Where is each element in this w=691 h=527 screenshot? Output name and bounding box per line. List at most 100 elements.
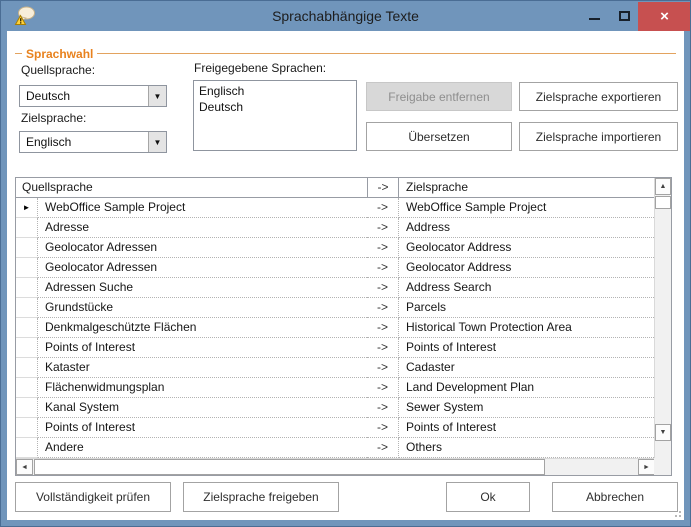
maximize-icon: [619, 11, 630, 21]
target-text-cell[interactable]: Others: [399, 438, 654, 458]
zielsprache-exportieren-button[interactable]: Zielsprache exportieren: [519, 82, 678, 111]
row-selector[interactable]: [16, 258, 38, 278]
table-row: Points of Interest->Points of Interest: [16, 418, 654, 438]
row-selector-current[interactable]: ►: [16, 198, 38, 218]
quellsprache-label: Quellsprache:: [21, 63, 95, 77]
target-text-cell[interactable]: Cadaster: [399, 358, 654, 378]
target-text-cell[interactable]: Points of Interest: [399, 418, 654, 438]
zielsprache-label: Zielsprache:: [21, 111, 86, 125]
chevron-down-icon: ▼: [154, 92, 162, 101]
target-text-cell[interactable]: Parcels: [399, 298, 654, 318]
column-header-arrow[interactable]: ->: [367, 178, 399, 197]
source-text-cell[interactable]: Grundstücke: [38, 298, 367, 318]
table-row: Geolocator Adressen->Geolocator Address: [16, 238, 654, 258]
arrow-cell: ->: [367, 258, 399, 278]
scroll-up-button[interactable]: ▲: [655, 178, 671, 195]
uebersetzen-button[interactable]: Übersetzen: [366, 122, 512, 151]
horizontal-scrollbar-thumb[interactable]: [34, 459, 545, 475]
row-selector[interactable]: [16, 318, 38, 338]
row-selector[interactable]: [16, 378, 38, 398]
target-text-cell[interactable]: Sewer System: [399, 398, 654, 418]
table-row: Adresse->Address: [16, 218, 654, 238]
horizontal-scrollbar[interactable]: ◄ ►: [16, 458, 656, 475]
zielsprache-freigeben-button[interactable]: Zielsprache freigeben: [183, 482, 339, 512]
arrow-cell: ->: [367, 278, 399, 298]
table-row: Andere->Others: [16, 438, 654, 458]
table-row: ► WebOffice Sample Project->WebOffice Sam…: [16, 198, 654, 218]
dialog-body: Sprachwahl Quellsprache: Deutsch ▼ Ziels…: [7, 31, 684, 520]
row-selector[interactable]: [16, 338, 38, 358]
list-item[interactable]: Deutsch: [194, 99, 356, 115]
freigegebene-sprachen-listbox[interactable]: Englisch Deutsch: [193, 80, 357, 151]
row-selector[interactable]: [16, 398, 38, 418]
zielsprache-select[interactable]: Englisch ▼: [19, 131, 167, 153]
scroll-left-icon: ◄: [21, 464, 28, 471]
source-text-cell[interactable]: Flächenwidmungsplan: [38, 378, 367, 398]
scroll-down-button[interactable]: ▼: [655, 424, 671, 441]
row-selector[interactable]: [16, 298, 38, 318]
source-text-cell[interactable]: Geolocator Adressen: [38, 258, 367, 278]
scroll-right-button[interactable]: ►: [638, 459, 655, 475]
quellsprache-value: Deutsch: [20, 86, 148, 106]
chevron-down-icon: ▼: [154, 138, 162, 147]
current-row-marker-icon: ►: [23, 198, 31, 217]
target-text-cell[interactable]: Geolocator Address: [399, 258, 654, 278]
source-text-cell[interactable]: Geolocator Adressen: [38, 238, 367, 258]
target-text-cell[interactable]: Address Search: [399, 278, 654, 298]
freigabe-entfernen-button[interactable]: Freigabe entfernen: [366, 82, 512, 111]
source-text-cell[interactable]: Adressen Suche: [38, 278, 367, 298]
source-text-cell[interactable]: Points of Interest: [38, 418, 367, 438]
arrow-cell: ->: [367, 378, 399, 398]
target-text-cell[interactable]: Points of Interest: [399, 338, 654, 358]
titlebar[interactable]: Sprachabhängige Texte ×: [1, 1, 690, 31]
row-selector[interactable]: [16, 358, 38, 378]
row-selector[interactable]: [16, 438, 38, 458]
row-selector[interactable]: [16, 218, 38, 238]
column-header-quellsprache[interactable]: Quellsprache: [16, 178, 367, 197]
source-text-cell[interactable]: Kataster: [38, 358, 367, 378]
minimize-button[interactable]: [579, 1, 609, 31]
arrow-cell: ->: [367, 298, 399, 318]
row-selector[interactable]: [16, 418, 38, 438]
vollstaendigkeit-pruefen-button[interactable]: Vollständigkeit prüfen: [15, 482, 171, 512]
arrow-cell: ->: [367, 338, 399, 358]
arrow-cell: ->: [367, 238, 399, 258]
source-text-cell[interactable]: WebOffice Sample Project: [38, 198, 367, 218]
table-row: Kanal System->Sewer System: [16, 398, 654, 418]
ok-button[interactable]: Ok: [446, 482, 530, 512]
arrow-cell: ->: [367, 218, 399, 238]
vertical-scrollbar-thumb[interactable]: [655, 196, 671, 209]
source-text-cell[interactable]: Kanal System: [38, 398, 367, 418]
table-row: Adressen Suche->Address Search: [16, 278, 654, 298]
column-header-zielsprache[interactable]: Zielsprache: [399, 178, 654, 197]
row-selector[interactable]: [16, 238, 38, 258]
source-text-cell[interactable]: Adresse: [38, 218, 367, 238]
zielsprache-dropdown-button[interactable]: ▼: [148, 132, 166, 152]
scroll-down-icon: ▼: [660, 429, 667, 436]
quellsprache-dropdown-button[interactable]: ▼: [148, 86, 166, 106]
target-text-cell[interactable]: WebOffice Sample Project: [399, 198, 654, 218]
row-selector[interactable]: [16, 278, 38, 298]
source-text-cell[interactable]: Denkmalgeschützte Flächen: [38, 318, 367, 338]
scroll-left-button[interactable]: ◄: [16, 459, 33, 475]
maximize-button[interactable]: [609, 1, 639, 31]
sprachwahl-group-label: Sprachwahl: [25, 47, 97, 61]
resize-grip[interactable]: [671, 507, 681, 517]
vertical-scrollbar[interactable]: ▲ ▼: [654, 178, 671, 458]
source-text-cell[interactable]: Andere: [38, 438, 367, 458]
arrow-cell: ->: [367, 318, 399, 338]
zielsprache-value: Englisch: [20, 132, 148, 152]
target-text-cell[interactable]: Address: [399, 218, 654, 238]
arrow-cell: ->: [367, 198, 399, 218]
quellsprache-select[interactable]: Deutsch ▼: [19, 85, 167, 107]
list-item[interactable]: Englisch: [194, 83, 356, 99]
close-button[interactable]: ×: [638, 2, 691, 31]
target-text-cell[interactable]: Historical Town Protection Area: [399, 318, 654, 338]
target-text-cell[interactable]: Land Development Plan: [399, 378, 654, 398]
minimize-icon: [589, 18, 600, 20]
table-row: Denkmalgeschützte Flächen->Historical To…: [16, 318, 654, 338]
abbrechen-button[interactable]: Abbrechen: [552, 482, 678, 512]
target-text-cell[interactable]: Geolocator Address: [399, 238, 654, 258]
source-text-cell[interactable]: Points of Interest: [38, 338, 367, 358]
zielsprache-importieren-button[interactable]: Zielsprache importieren: [519, 122, 678, 151]
